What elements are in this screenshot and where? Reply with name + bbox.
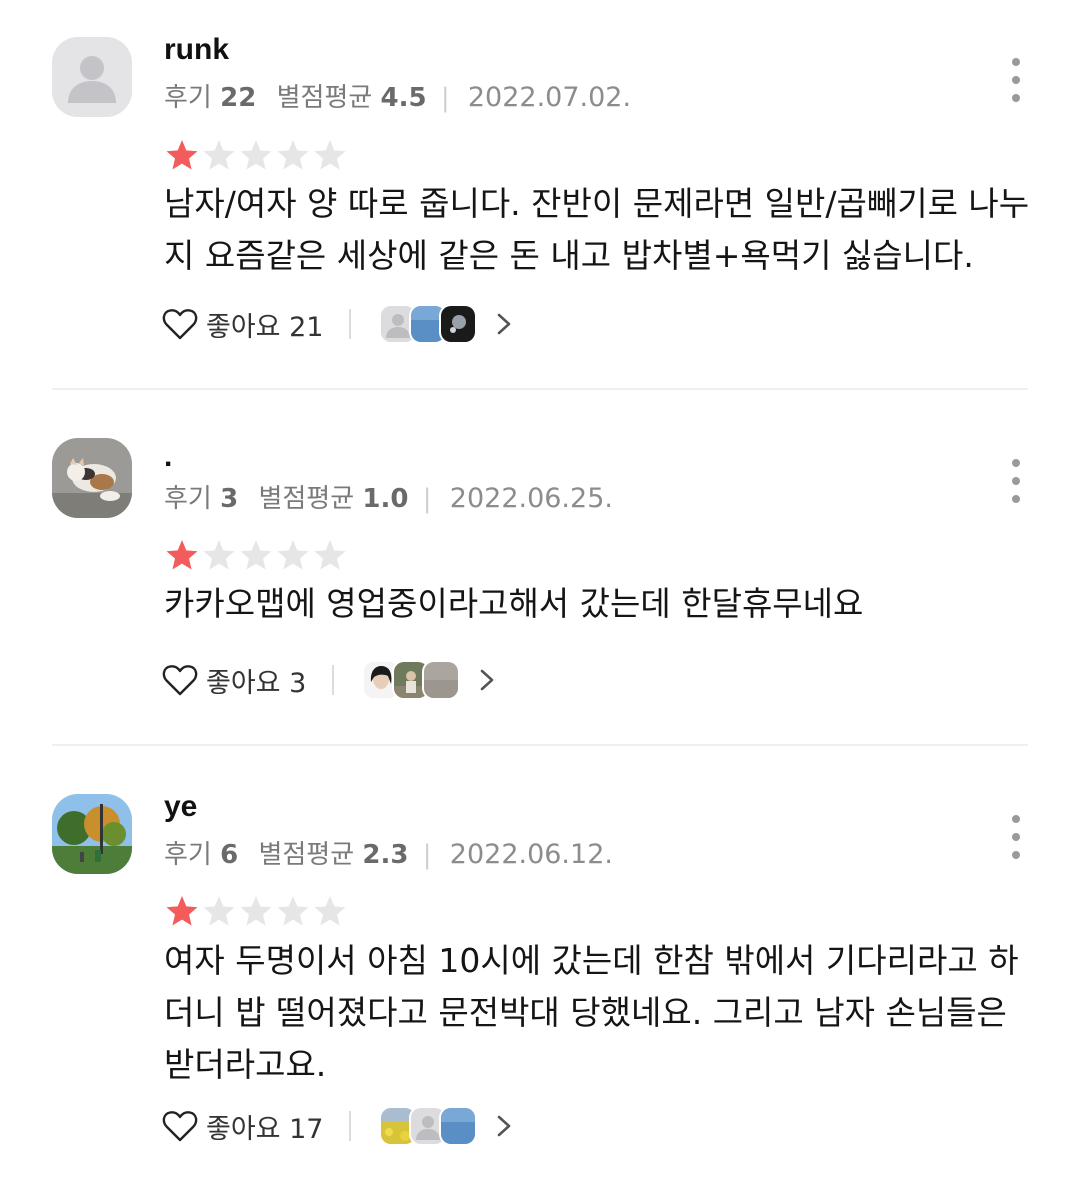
review-count: 6 <box>220 840 239 870</box>
divider <box>52 744 1028 746</box>
star-icon <box>277 896 309 926</box>
star-icon <box>314 140 346 170</box>
like-label: 좋아요 <box>206 1113 281 1145</box>
star-rating <box>164 894 348 928</box>
review-text: 여자 두명이서 아침 10시에 갔는데 한참 밖에서 기다리라고 하더니 밥 떨… <box>164 941 1019 1084</box>
default-avatar-icon <box>52 37 132 117</box>
chevron-right-icon[interactable] <box>493 309 515 339</box>
park-photo-avatar <box>52 794 132 874</box>
heart-icon[interactable] <box>162 663 198 697</box>
star-icon <box>277 540 309 570</box>
heart-icon[interactable] <box>162 1109 198 1143</box>
review-date: 2022.06.12. <box>449 839 613 870</box>
meta-separator: | <box>422 484 432 514</box>
user-avatar[interactable] <box>52 794 132 874</box>
liker-avatars[interactable] <box>362 660 461 700</box>
like-separator <box>332 665 335 695</box>
meta-separator: | <box>422 840 432 870</box>
avg-rating-label: 별점평균 <box>258 840 355 870</box>
review-date: 2022.07.02. <box>467 82 632 113</box>
review-date: 2022.06.25. <box>449 483 613 514</box>
review-meta: 후기 22 별점평균 4.5 | 2022.07.02. <box>164 77 631 114</box>
more-options-icon[interactable] <box>1004 459 1028 503</box>
user-avatar[interactable] <box>52 438 132 518</box>
avg-rating: 1.0 <box>362 484 409 514</box>
like-button[interactable]: 좋아요 21 <box>206 305 323 344</box>
review-meta: 후기 6 별점평균 2.3 | 2022.06.12. <box>164 834 613 871</box>
like-button[interactable]: 좋아요 3 <box>206 661 306 700</box>
like-label: 좋아요 <box>206 667 281 699</box>
meta-separator: | <box>440 83 450 113</box>
like-count: 3 <box>289 667 307 699</box>
star-icon <box>166 540 198 570</box>
liker-avatar <box>422 660 461 700</box>
cat-photo-avatar <box>52 438 132 518</box>
review-count: 3 <box>220 484 239 514</box>
star-icon <box>314 896 346 926</box>
like-separator <box>349 1111 352 1141</box>
star-icon <box>240 140 272 170</box>
review-count-label: 후기 <box>164 840 212 870</box>
star-icon <box>203 540 235 570</box>
like-count: 21 <box>289 311 324 343</box>
star-icon <box>166 140 198 170</box>
star-icon <box>240 540 272 570</box>
heart-icon[interactable] <box>162 307 198 341</box>
star-icon <box>203 896 235 926</box>
avg-rating: 4.5 <box>380 83 427 113</box>
star-rating <box>164 538 348 572</box>
star-icon <box>203 140 235 170</box>
avg-rating-label: 별점평균 <box>276 83 373 113</box>
review-text: 카카오맵에 영업중이라고해서 갔는데 한달휴무네요 <box>164 584 864 623</box>
username[interactable]: . <box>164 440 172 474</box>
more-options-icon[interactable] <box>1004 815 1028 859</box>
avg-rating: 2.3 <box>362 840 409 870</box>
user-avatar[interactable] <box>52 37 132 117</box>
review-count-label: 후기 <box>164 484 212 514</box>
more-options-icon[interactable] <box>1004 58 1028 102</box>
like-label: 좋아요 <box>206 311 281 343</box>
liker-avatar <box>439 304 478 344</box>
like-row: 좋아요 3 <box>162 660 498 700</box>
avg-rating-label: 별점평균 <box>258 484 355 514</box>
chevron-right-icon[interactable] <box>493 1111 515 1141</box>
star-icon <box>166 896 198 926</box>
review-text: 남자/여자 양 따로 줍니다. 잔반이 문제라면 일반/곱빼기로 나누지 요즘같… <box>164 184 1030 275</box>
star-icon <box>314 540 346 570</box>
liker-avatar <box>439 1106 478 1146</box>
star-rating <box>164 138 348 172</box>
chevron-right-icon[interactable] <box>476 665 498 695</box>
liker-avatars[interactable] <box>379 1106 478 1146</box>
username[interactable]: runk <box>164 33 229 67</box>
like-separator <box>349 309 352 339</box>
username[interactable]: ye <box>164 790 197 824</box>
like-button[interactable]: 좋아요 17 <box>206 1107 323 1146</box>
like-row: 좋아요 17 <box>162 1106 515 1146</box>
divider <box>52 388 1028 390</box>
star-icon <box>240 896 272 926</box>
review-count-label: 후기 <box>164 83 212 113</box>
star-icon <box>277 140 309 170</box>
review-meta: 후기 3 별점평균 1.0 | 2022.06.25. <box>164 478 613 515</box>
review-count: 22 <box>220 83 257 113</box>
liker-avatars[interactable] <box>379 304 478 344</box>
like-row: 좋아요 21 <box>162 304 515 344</box>
like-count: 17 <box>289 1113 324 1145</box>
